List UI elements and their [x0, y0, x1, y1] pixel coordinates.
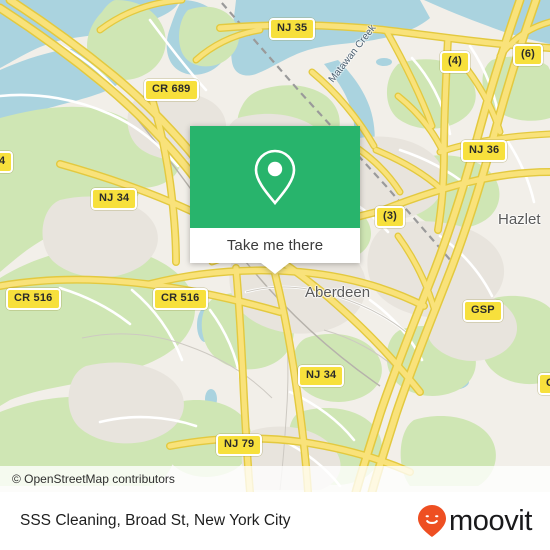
road-shield-route-3[interactable]: (3): [375, 206, 406, 228]
moovit-smiley-pin-icon: [417, 505, 446, 537]
map-canvas[interactable]: Matawan Creek Hazlet Aberdeen NJ 35 (4) …: [0, 0, 550, 492]
footer-bar: SSS Cleaning, Broad St, New York City mo…: [0, 492, 550, 550]
road-shield-gsp-right-edge[interactable]: G: [538, 373, 550, 395]
attribution-band: © OpenStreetMap contributors: [0, 466, 550, 492]
road-shield-route-6[interactable]: (6): [513, 44, 544, 66]
road-shield-route-4-left[interactable]: 4: [0, 151, 14, 173]
moovit-wordmark: moovit: [448, 504, 532, 537]
road-shield-nj-34-south[interactable]: NJ 34: [298, 365, 345, 387]
road-shield-route-4-top[interactable]: (4): [440, 51, 471, 73]
location-callout-card[interactable]: Take me there: [190, 126, 360, 274]
osm-attribution[interactable]: © OpenStreetMap contributors: [0, 472, 175, 486]
map-pin-icon: [254, 149, 296, 206]
moovit-brand-logo[interactable]: moovit: [417, 504, 532, 538]
map-screenshot: Matawan Creek Hazlet Aberdeen NJ 35 (4) …: [0, 0, 550, 550]
road-shield-cr-516-east[interactable]: CR 516: [153, 288, 208, 310]
callout-header: [190, 126, 360, 228]
place-label-hazlet: Hazlet: [498, 211, 541, 228]
location-title: SSS Cleaning, Broad St, New York City: [20, 512, 291, 529]
road-shield-cr-689[interactable]: CR 689: [144, 79, 199, 101]
road-shield-nj-79[interactable]: NJ 79: [216, 434, 263, 456]
road-shield-cr-516-west[interactable]: CR 516: [6, 288, 61, 310]
road-shield-nj-35[interactable]: NJ 35: [269, 18, 316, 40]
take-me-there-label: Take me there: [226, 237, 324, 254]
road-shield-nj-36[interactable]: NJ 36: [461, 140, 508, 162]
road-shield-gsp[interactable]: GSP: [463, 300, 503, 322]
callout-pointer-tail: [261, 263, 289, 274]
place-label-aberdeen: Aberdeen: [305, 284, 371, 301]
callout-action-bar[interactable]: Take me there: [190, 228, 360, 263]
road-shield-nj-34-north[interactable]: NJ 34: [91, 188, 138, 210]
